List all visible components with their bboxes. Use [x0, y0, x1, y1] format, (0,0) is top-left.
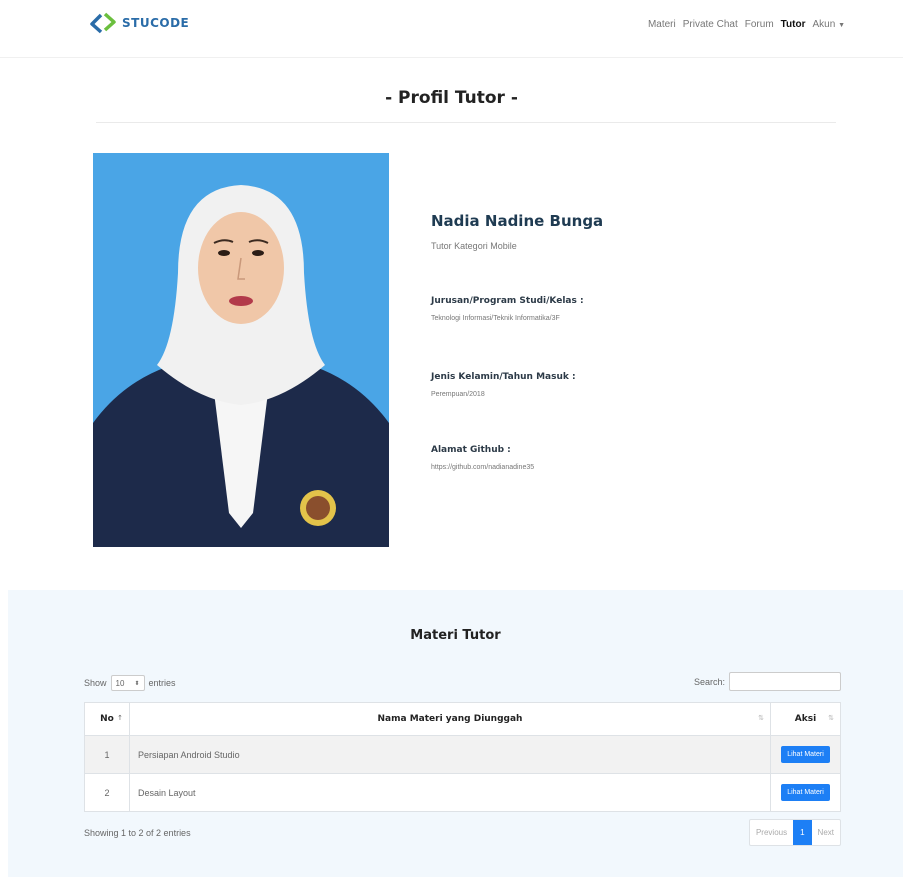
- sort-asc-icon: ↑: [117, 714, 123, 722]
- field-gender-value: Perempuan/2018: [431, 391, 485, 398]
- cell-name: Persiapan Android Studio: [129, 735, 771, 774]
- tutor-photo: [93, 153, 389, 547]
- lihat-materi-button[interactable]: Lihat Materi: [781, 746, 830, 763]
- select-arrows-icon: ⬍: [134, 680, 140, 687]
- col-header-aksi-label: Aksi: [794, 714, 817, 724]
- tutor-name: Nadia Nadine Bunga: [431, 212, 604, 230]
- nav-link-private-chat[interactable]: Private Chat: [683, 19, 738, 30]
- col-header-no-label: No: [100, 714, 114, 724]
- navbar: STUCODE Materi Private Chat Forum Tutor …: [0, 0, 903, 58]
- show-entries: Show 10 ⬍ entries: [84, 675, 176, 691]
- field-gender-label: Jenis Kelamin/Tahun Masuk :: [431, 372, 576, 382]
- col-header-aksi[interactable]: Aksi ⇅: [770, 702, 841, 736]
- table-info: Showing 1 to 2 of 2 entries: [84, 828, 191, 838]
- cell-no: 1: [84, 735, 130, 774]
- cell-aksi: Lihat Materi: [770, 735, 841, 774]
- field-jurusan-value: Teknologi Informasi/Teknik Informatika/3…: [431, 315, 560, 322]
- nav-links: Materi Private Chat Forum Tutor Akun ▼: [648, 19, 845, 30]
- pagination-page-1[interactable]: 1: [793, 820, 812, 845]
- materi-section: Materi Tutor Show 10 ⬍ entries Search: N…: [8, 590, 903, 877]
- brand-name: STUCODE: [122, 16, 190, 30]
- search-input[interactable]: [729, 672, 841, 691]
- page-title: - Profil Tutor -: [385, 88, 518, 108]
- code-arrows-icon: [90, 12, 116, 34]
- field-github: Alamat Github : https://github.com/nadia…: [431, 445, 534, 471]
- nav-link-tutor[interactable]: Tutor: [781, 19, 806, 30]
- field-github-label: Alamat Github :: [431, 445, 511, 455]
- col-header-nama-label: Nama Materi yang Diunggah: [377, 714, 523, 724]
- pagination-previous[interactable]: Previous: [750, 820, 793, 845]
- field-jurusan: Jurusan/Program Studi/Kelas : Teknologi …: [431, 296, 584, 322]
- pagination: Previous 1 Next: [748, 819, 841, 846]
- cell-no: 2: [84, 773, 130, 812]
- nav-link-akun: Akun: [812, 19, 836, 30]
- col-header-nama[interactable]: Nama Materi yang Diunggah ⇅: [129, 702, 771, 736]
- field-github-value: https://github.com/nadianadine35: [431, 464, 535, 471]
- show-label: Show: [84, 678, 107, 688]
- entries-label: entries: [148, 678, 176, 688]
- sort-icon: ⇅: [758, 714, 764, 722]
- search-label: Search:: [693, 676, 725, 687]
- col-header-no[interactable]: No ↑: [84, 702, 130, 736]
- caret-down-icon: ▼: [838, 22, 845, 29]
- materi-table: No ↑ Nama Materi yang Diunggah ⇅ Aksi ⇅ …: [84, 702, 841, 812]
- lihat-materi-button[interactable]: Lihat Materi: [781, 784, 830, 801]
- table-row: 2 Desain Layout Lihat Materi: [84, 773, 841, 812]
- search-box: Search:: [694, 672, 841, 691]
- brand-logo[interactable]: STUCODE: [88, 12, 189, 34]
- table-row: 1 Persiapan Android Studio Lihat Materi: [84, 735, 841, 774]
- tutor-info: Nadia Nadine Bunga Tutor Kategori Mobile…: [431, 212, 731, 471]
- nav-dropdown-akun[interactable]: Akun ▼: [812, 19, 845, 30]
- pagination-next[interactable]: Next: [812, 820, 840, 845]
- entries-value: 10: [115, 678, 125, 688]
- cell-aksi: Lihat Materi: [770, 773, 841, 812]
- entries-select[interactable]: 10 ⬍: [110, 675, 145, 691]
- tutor-category: Tutor Kategori Mobile: [431, 241, 517, 251]
- field-jurusan-label: Jurusan/Program Studi/Kelas :: [431, 296, 584, 306]
- field-gender: Jenis Kelamin/Tahun Masuk : Perempuan/20…: [431, 372, 576, 398]
- nav-link-forum[interactable]: Forum: [745, 19, 774, 30]
- cell-name: Desain Layout: [129, 773, 771, 812]
- sort-icon: ⇅: [828, 714, 834, 722]
- title-divider: [96, 122, 836, 123]
- nav-link-materi[interactable]: Materi: [648, 19, 676, 30]
- materi-title: Materi Tutor: [410, 628, 501, 643]
